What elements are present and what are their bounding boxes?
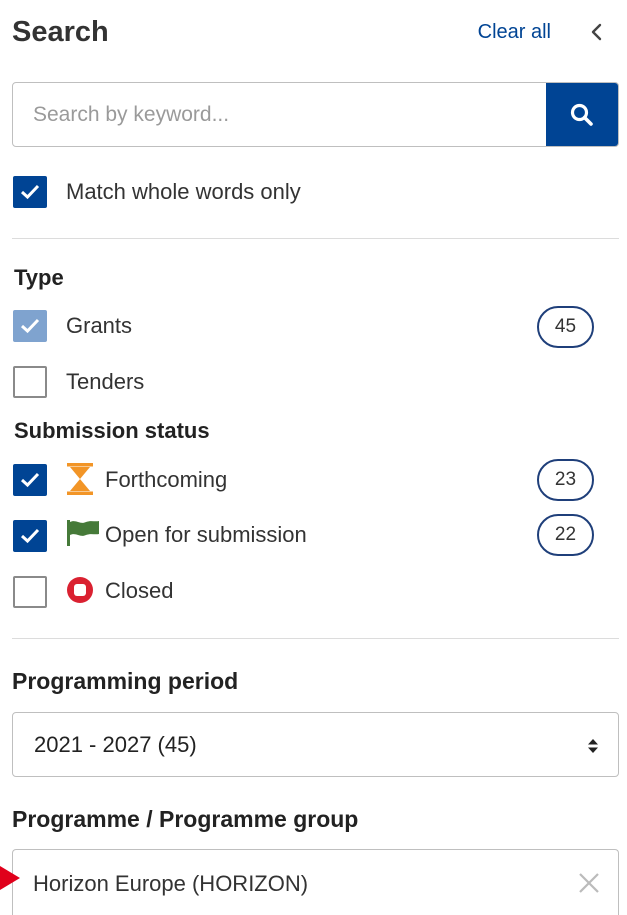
forthcoming-count-badge: 23 [537,459,594,501]
checkmark-icon [20,472,40,488]
checkmark-icon [20,318,40,334]
sort-arrows-icon [588,739,598,753]
match-whole-words-checkbox[interactable] [13,176,47,208]
close-icon[interactable] [576,870,602,896]
type-grants-label: Grants [66,313,133,338]
programme-group-select[interactable]: Horizon Europe (HORIZON) [12,849,619,915]
page-title: Search [12,16,109,48]
type-heading: Type [14,265,64,290]
status-open-checkbox[interactable] [13,520,47,552]
search-button[interactable] [546,83,618,146]
search-input[interactable] [13,83,548,146]
closed-circle-icon [66,576,94,609]
clear-all-link[interactable]: Clear all [478,20,551,44]
type-tenders-checkbox[interactable] [13,366,47,398]
grants-count-badge: 45 [537,306,594,348]
filter-header: Search Clear all [12,14,617,50]
divider [12,238,619,239]
status-closed-label: Closed [105,578,174,603]
programme-group-value: Horizon Europe (HORIZON) [33,871,309,896]
type-grants-checkbox[interactable] [13,310,47,342]
search-box [12,82,619,147]
status-open-label: Open for submission [105,522,307,547]
type-tenders-label: Tenders [66,369,145,394]
status-closed-checkbox[interactable] [13,576,47,608]
programming-period-value: 2021 - 2027 (45) [34,732,197,757]
programming-period-select[interactable]: 2021 - 2027 (45) [12,712,619,777]
chevron-left-icon [591,23,602,41]
programming-period-heading: Programming period [12,668,239,694]
status-forthcoming-checkbox[interactable] [13,464,47,496]
submission-status-heading: Submission status [14,418,210,443]
open-count-badge: 22 [537,514,594,556]
checkmark-icon [20,528,40,544]
status-forthcoming-label: Forthcoming [105,467,228,492]
match-whole-words-label: Match whole words only [66,179,301,204]
programme-group-heading: Programme / Programme group [12,806,359,832]
checkmark-icon [20,184,40,200]
flag-icon [65,519,101,552]
search-icon [570,103,593,126]
pointer-arrow-icon [0,866,20,890]
hourglass-icon [66,462,94,501]
collapse-panel-button[interactable] [585,18,609,46]
divider [12,638,619,639]
